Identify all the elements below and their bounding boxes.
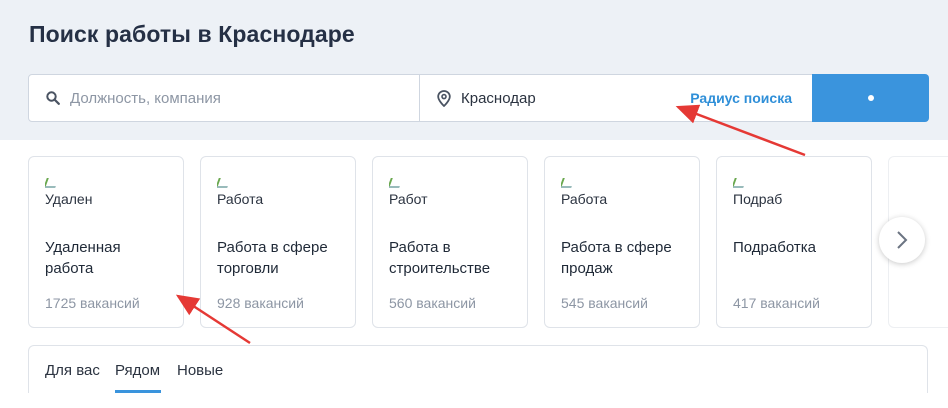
category-image: Работа bbox=[217, 175, 267, 217]
location-field[interactable]: Краснодар Радиус поиска bbox=[419, 74, 813, 122]
image-alt-text: Работ bbox=[389, 191, 428, 207]
tab-new[interactable]: Новые bbox=[177, 362, 223, 379]
active-tab-indicator bbox=[115, 390, 161, 393]
category-image: Подраб bbox=[733, 175, 783, 217]
tab-nearby[interactable]: Рядом bbox=[115, 362, 160, 379]
chevron-right-icon bbox=[897, 231, 908, 249]
category-count: 1725 вакансий bbox=[45, 295, 140, 311]
position-field[interactable]: Должность, компания bbox=[28, 74, 420, 122]
broken-image-icon bbox=[45, 178, 59, 188]
image-alt-text: Удален bbox=[45, 191, 93, 207]
broken-image-icon bbox=[389, 178, 403, 188]
vacancy-tabs: Для вас Рядом Новые bbox=[28, 345, 928, 393]
category-count: 928 вакансий bbox=[217, 295, 304, 311]
search-bar: Должность, компания Краснодар Радиус пои… bbox=[28, 74, 929, 122]
page-title: Поиск работы в Краснодаре bbox=[29, 21, 355, 47]
category-carousel: Удален Удаленная работа 1725 вакансий Ра… bbox=[28, 156, 948, 328]
category-name: Работа в строительстве bbox=[389, 239, 491, 277]
loading-dot-icon bbox=[867, 95, 874, 101]
category-card[interactable]: Подраб Подработка 417 вакансий bbox=[716, 156, 872, 328]
category-name: Работа в сфере продаж bbox=[561, 239, 672, 277]
category-count: 545 вакансий bbox=[561, 295, 648, 311]
tab-for-you[interactable]: Для вас bbox=[45, 362, 100, 379]
header-area: Поиск работы в Краснодаре Должность, ком… bbox=[0, 0, 948, 140]
broken-image-icon bbox=[561, 178, 575, 188]
category-name: Подработка bbox=[733, 239, 816, 256]
search-icon bbox=[45, 90, 61, 106]
category-image: Удален bbox=[45, 175, 95, 217]
category-image: Работа bbox=[561, 175, 611, 217]
radius-link[interactable]: Радиус поиска bbox=[690, 90, 792, 106]
image-alt-text: Подраб bbox=[733, 191, 783, 207]
broken-image-icon bbox=[733, 178, 747, 188]
category-count: 560 вакансий bbox=[389, 295, 476, 311]
category-card[interactable]: Работ Работа в строительстве 560 ваканси… bbox=[372, 156, 528, 328]
location-input[interactable]: Краснодар bbox=[461, 90, 536, 107]
image-alt-text: Работа bbox=[561, 191, 608, 207]
broken-image-icon bbox=[217, 178, 231, 188]
image-alt-text: Работа bbox=[217, 191, 264, 207]
search-button[interactable] bbox=[812, 74, 929, 122]
category-card[interactable]: Удален Удаленная работа 1725 вакансий bbox=[28, 156, 184, 328]
category-image: Работ bbox=[389, 175, 439, 217]
category-name: Удаленная работа bbox=[45, 239, 121, 277]
category-card[interactable]: Работа Работа в сфере продаж 545 ваканси… bbox=[544, 156, 700, 328]
category-count: 417 вакансий bbox=[733, 295, 820, 311]
carousel-next-button[interactable] bbox=[879, 217, 925, 263]
location-pin-icon bbox=[436, 89, 452, 107]
category-card[interactable]: Работа Работа в сфере торговли 928 вакан… bbox=[200, 156, 356, 328]
category-name: Работа в сфере торговли bbox=[217, 239, 328, 277]
position-input[interactable]: Должность, компания bbox=[70, 90, 221, 107]
